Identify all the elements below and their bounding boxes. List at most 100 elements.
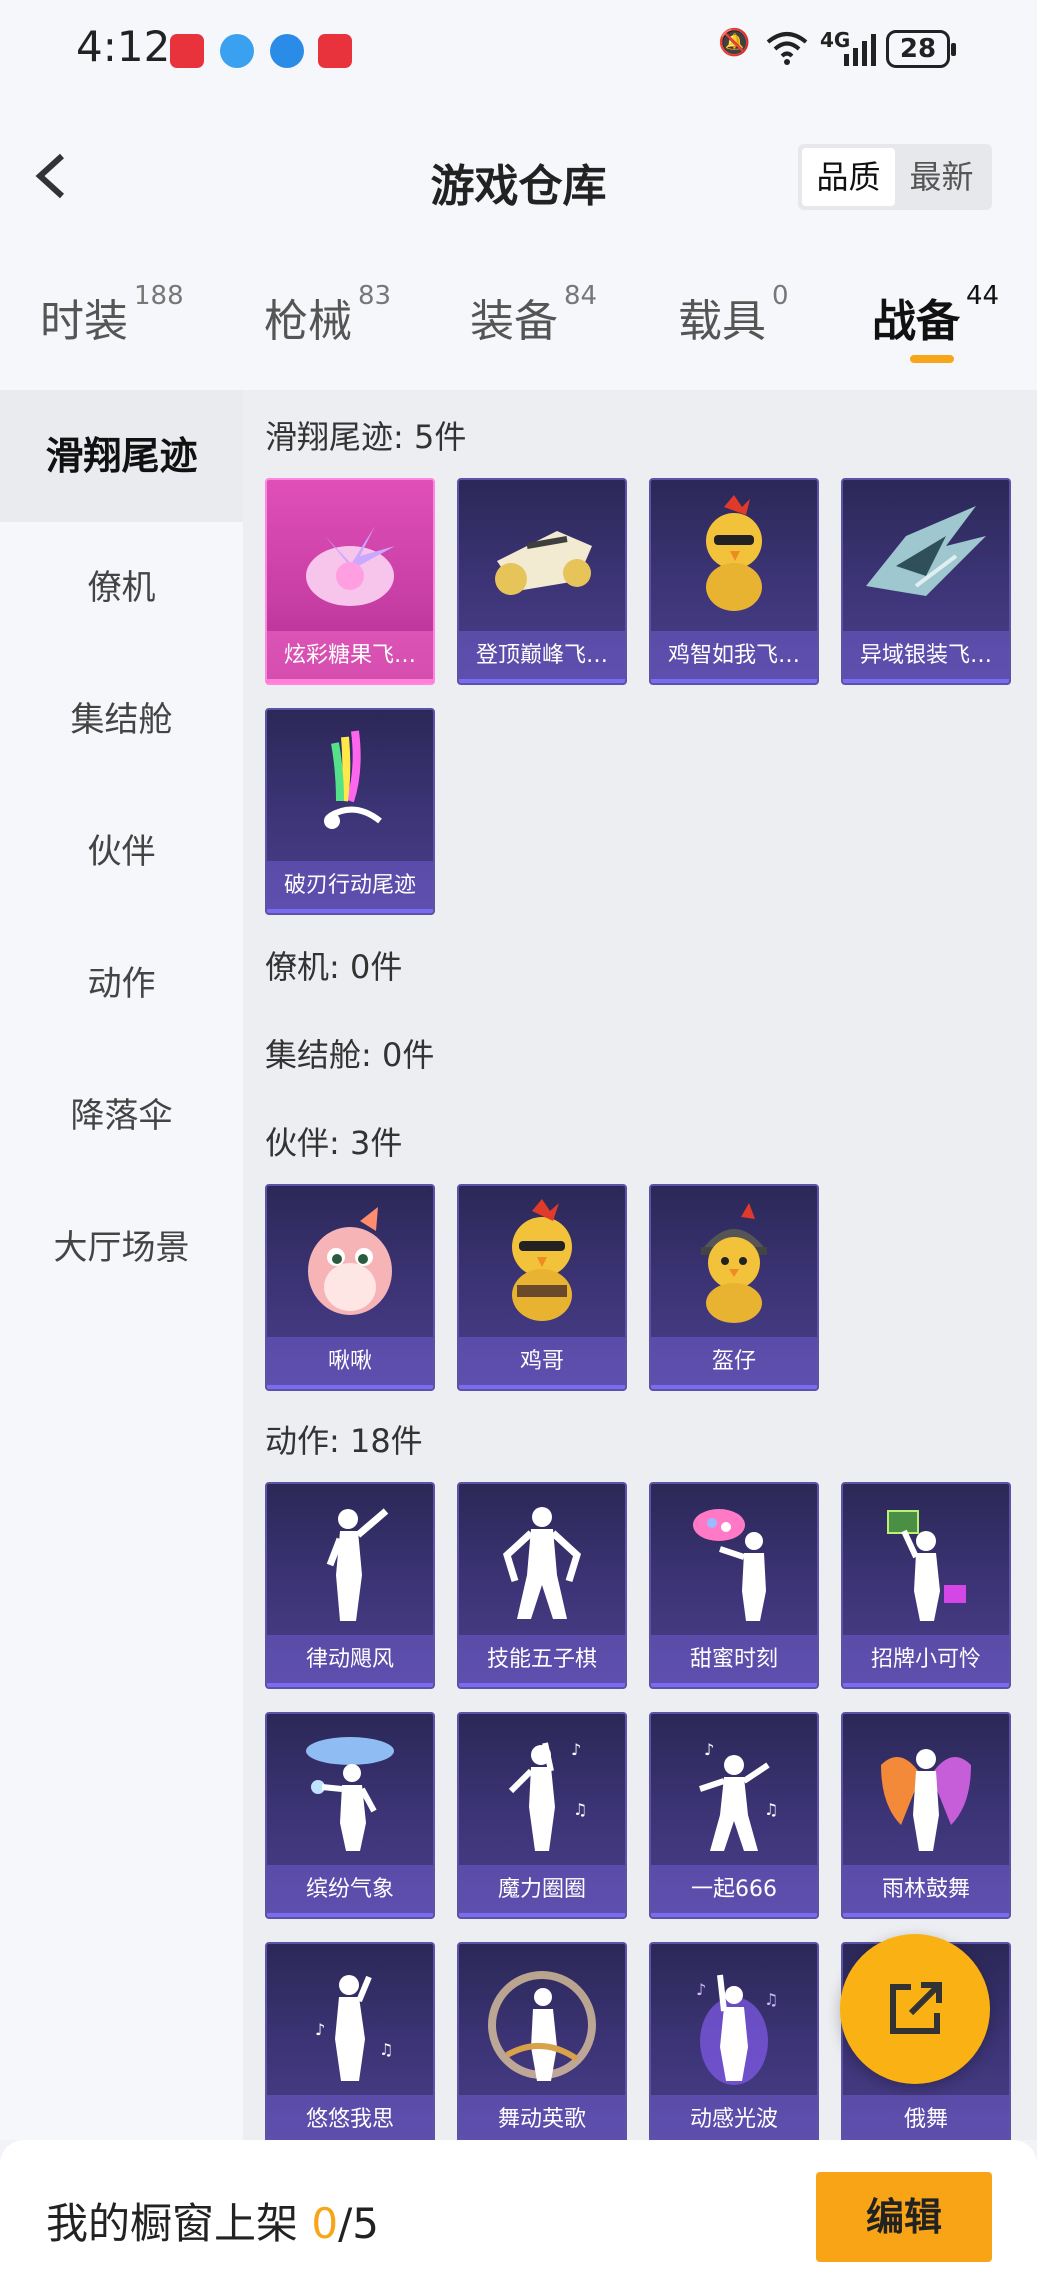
section-title-emotes: 动作: 18件 [265, 1422, 423, 1460]
item-label: 鸡智如我飞… [651, 631, 817, 683]
emote-silhouette-image [651, 1484, 817, 1636]
svg-text:♪: ♪ [704, 1740, 714, 1759]
sidebar-item-companion[interactable]: 伙伴 [0, 786, 243, 918]
edit-button[interactable]: 编辑 [816, 2172, 992, 2262]
item-card[interactable]: 鸡哥 [457, 1184, 627, 1391]
svg-text:♪: ♪ [696, 1980, 706, 1999]
item-card[interactable]: ♪ ♫ 动感光波 [649, 1942, 819, 2140]
item-card[interactable]: 技能五子棋 [457, 1482, 627, 1689]
mute-icon: 🔕 [718, 28, 751, 58]
section-title-trails: 滑翔尾迹: 5件 [265, 418, 467, 456]
item-card[interactable]: 盔仔 [649, 1184, 819, 1391]
item-label: 技能五子棋 [459, 1635, 625, 1687]
item-label: 甜蜜时刻 [651, 1635, 817, 1687]
item-label: 俄舞 [843, 2095, 1009, 2140]
item-card[interactable]: 啾啾 [265, 1184, 435, 1391]
item-label: 雨林鼓舞 [843, 1865, 1009, 1917]
browser-icon [270, 34, 304, 68]
showcase-status: 我的橱窗上架 0/5 [46, 2199, 379, 2248]
sidebar-item-lobby-scene[interactable]: 大厅场景 [0, 1182, 243, 1314]
reader-app-icon [318, 34, 352, 68]
emote-silhouette-image: ♪ ♫ [651, 1714, 817, 1866]
item-card[interactable]: 登顶巅峰飞… [457, 478, 627, 685]
item-label: 一起666 [651, 1865, 817, 1917]
item-card[interactable]: 破刃行动尾迹 [265, 708, 435, 915]
section-title-companions: 伙伴: 3件 [265, 1124, 403, 1162]
browser-icon [220, 34, 254, 68]
huawei-app-icon [170, 34, 204, 68]
emote-silhouette-image: ♪ ♫ [459, 1714, 625, 1866]
trail-summit-image [459, 480, 625, 632]
sidebar-item-wingman[interactable]: 僚机 [0, 522, 243, 654]
item-label: 盔仔 [651, 1337, 817, 1389]
sidebar-item-emote[interactable]: 动作 [0, 918, 243, 1050]
item-card[interactable]: 鸡智如我飞… [649, 478, 819, 685]
svg-text:♫: ♫ [764, 1800, 778, 1819]
item-label: 破刃行动尾迹 [267, 861, 433, 913]
item-card[interactable]: ♪ ♫ 一起666 [649, 1712, 819, 1919]
emote-silhouette-image [843, 1714, 1009, 1866]
emote-silhouette-image [267, 1484, 433, 1636]
status-time: 4:12 [76, 22, 171, 71]
item-card[interactable]: 甜蜜时刻 [649, 1482, 819, 1689]
tab-fashion[interactable]: 时装 188 [40, 281, 184, 349]
trail-blade-image [267, 710, 433, 862]
tab-equipment[interactable]: 装备 84 [470, 281, 597, 349]
sidebar-item-parachute[interactable]: 降落伞 [0, 1050, 243, 1182]
tab-battle-gear[interactable]: 战备 44 [872, 281, 999, 349]
item-label: 啾啾 [267, 1337, 433, 1389]
svg-text:♫: ♫ [573, 1800, 587, 1819]
sort-toggle: 品质 最新 [798, 144, 992, 210]
status-bar: 4:12 🔕 4G 28 [0, 0, 1037, 100]
companion-jige-image [459, 1186, 625, 1338]
item-label: 鸡哥 [459, 1337, 625, 1389]
signal-icon [844, 34, 876, 66]
companion-jiujiu-image [267, 1186, 433, 1338]
item-label: 缤纷气象 [267, 1865, 433, 1917]
trail-silver-image [843, 480, 1009, 632]
item-card[interactable]: 雨林鼓舞 [841, 1712, 1011, 1919]
external-link-icon [890, 1982, 942, 2034]
item-label: 悠悠我思 [267, 2095, 433, 2140]
item-label: 招牌小可怜 [843, 1635, 1009, 1687]
svg-text:♫: ♫ [764, 1990, 778, 2009]
emote-silhouette-image [459, 1944, 625, 2096]
item-label: 律动飓风 [267, 1635, 433, 1687]
trail-candy-image [267, 480, 433, 632]
item-card[interactable]: 舞动英歌 [457, 1942, 627, 2140]
item-label: 舞动英歌 [459, 2095, 625, 2140]
item-label: 动感光波 [651, 2095, 817, 2140]
item-card[interactable]: 炫彩糖果飞… [265, 478, 435, 685]
tab-firearms[interactable]: 枪械 83 [264, 281, 391, 349]
item-label: 异域银装飞… [843, 631, 1009, 683]
tab-vehicles[interactable]: 载具 0 [678, 281, 789, 349]
item-card[interactable]: 缤纷气象 [265, 1712, 435, 1919]
share-button[interactable] [840, 1934, 990, 2084]
item-label: 魔力圈圈 [459, 1865, 625, 1917]
wifi-icon [766, 32, 808, 65]
trail-chicken-image [651, 480, 817, 632]
item-card[interactable]: 异域银装飞… [841, 478, 1011, 685]
svg-text:♫: ♫ [379, 2040, 393, 2059]
svg-text:♪: ♪ [315, 2020, 325, 2039]
item-card[interactable]: 律动飓风 [265, 1482, 435, 1689]
showcase-bar: 我的橱窗上架 0/5 编辑 [0, 2140, 1037, 2295]
emote-silhouette-image [459, 1484, 625, 1636]
sidebar: 滑翔尾迹 僚机 集结舱 伙伴 动作 降落伞 大厅场景 [0, 390, 243, 2140]
section-title-pod: 集结舱: 0件 [265, 1036, 435, 1074]
emote-silhouette-image [843, 1484, 1009, 1636]
emote-silhouette-image: ♪ ♫ [651, 1944, 817, 2096]
sidebar-item-glide-trail[interactable]: 滑翔尾迹 [0, 390, 243, 522]
category-tabs: 时装 188 枪械 83 装备 84 载具 0 战备 44 [0, 255, 1037, 390]
header: 游戏仓库 品质 最新 [0, 100, 1037, 255]
sort-quality-option[interactable]: 品质 [802, 148, 895, 206]
item-label: 登顶巅峰飞… [459, 631, 625, 683]
companion-kuizai-image [651, 1186, 817, 1338]
item-card[interactable]: ♪ ♫ 魔力圈圈 [457, 1712, 627, 1919]
sort-newest-option[interactable]: 最新 [895, 148, 988, 206]
item-card[interactable]: ♪ ♫ 悠悠我思 [265, 1942, 435, 2140]
item-card[interactable]: 招牌小可怜 [841, 1482, 1011, 1689]
emote-silhouette-image: ♪ ♫ [267, 1944, 433, 2096]
sidebar-item-rally-pod[interactable]: 集结舱 [0, 654, 243, 786]
emote-silhouette-image [267, 1714, 433, 1866]
